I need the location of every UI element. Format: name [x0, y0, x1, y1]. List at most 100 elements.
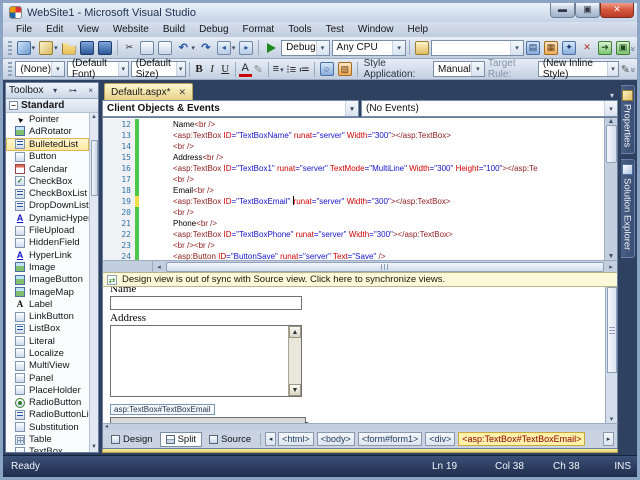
alignment-button[interactable]: ≡▾	[272, 63, 285, 75]
style-application-combo[interactable]: Manual ▾	[433, 61, 485, 77]
toolbox-item-label[interactable]: Label	[6, 298, 89, 310]
maximize-button[interactable]: ▣	[575, 3, 600, 18]
scroll-up-icon[interactable]: ▲	[608, 118, 615, 125]
toolbox-item-imagebutton[interactable]: ImageButton	[6, 274, 89, 286]
redo-button[interactable]: ↷	[198, 40, 214, 56]
code-line-22[interactable]: 22 <asp:TextBox ID="TextBoxPhone" runat="…	[103, 229, 604, 240]
tab-properties[interactable]: Properties	[620, 85, 635, 155]
open-file-button[interactable]	[61, 40, 77, 56]
menu-item-edit[interactable]: Edit	[39, 22, 70, 37]
start-debugging-button[interactable]	[263, 42, 280, 54]
toolbox-item-multiview[interactable]: MultiView	[6, 360, 89, 372]
toolbox-item-button[interactable]: Button	[6, 151, 89, 163]
menu-item-website[interactable]: Website	[106, 22, 156, 37]
numbered-list-button[interactable]: ≔	[298, 63, 311, 76]
code-line-21[interactable]: 21 Phone<br />	[103, 218, 604, 229]
toolbox-item-imagemap[interactable]: ImageMap	[6, 286, 89, 298]
design-textbox-name[interactable]	[110, 296, 302, 310]
toolbox-scrollbar[interactable]: ▲ ▼	[89, 113, 98, 452]
resize-handle[interactable]	[304, 422, 309, 423]
menu-item-file[interactable]: File	[9, 22, 39, 37]
menu-item-debug[interactable]: Debug	[192, 22, 235, 37]
code-line-15[interactable]: 15 Address<br />	[103, 152, 604, 163]
scroll-down-icon[interactable]: ▾	[610, 415, 614, 423]
object-browser-button[interactable]: ✦	[561, 40, 577, 56]
toolbox-item-placeholder[interactable]: PlaceHolder	[6, 384, 89, 396]
target-rule-combo[interactable]: (New Inline Style) ▾	[537, 58, 619, 80]
copy-button[interactable]	[139, 40, 155, 56]
toolbox-item-panel[interactable]: Panel	[6, 372, 89, 384]
breadcrumb-div[interactable]: <div>	[425, 432, 456, 446]
breadcrumb-html[interactable]: <html>	[278, 432, 314, 446]
menu-item-build[interactable]: Build	[156, 22, 192, 37]
pin-icon[interactable]: ⊶	[67, 86, 79, 95]
scroll-right-icon[interactable]: ▸	[605, 263, 617, 271]
toolbox-item-calendar[interactable]: Calendar	[6, 163, 89, 175]
solution-explorer-button[interactable]: ▤	[525, 40, 541, 56]
toolbox-item-fileupload[interactable]: FileUpload	[6, 224, 89, 236]
toolbox-group-standard[interactable]: − Standard	[6, 99, 98, 113]
toolbox-item-checkbox[interactable]: CheckBox	[6, 175, 89, 187]
scrollbar-thumb[interactable]	[166, 261, 604, 272]
scroll-down-icon[interactable]: ▼	[289, 384, 301, 396]
scroll-up-icon[interactable]: ▲	[91, 113, 97, 122]
source-view-button[interactable]: Source	[204, 432, 256, 447]
find-button[interactable]	[414, 40, 430, 56]
font-size-combo[interactable]: (Default Size) ▾	[130, 58, 186, 80]
split-view-button[interactable]: Split	[159, 431, 203, 447]
add-new-item-button[interactable]: ▾	[38, 40, 59, 56]
toolbox-item-radiobutton[interactable]: RadioButton	[6, 397, 89, 409]
toolbox-item-substitution[interactable]: Substitution	[6, 421, 89, 433]
solution-configuration-combo[interactable]: Debug ▾	[281, 39, 330, 56]
design-textarea-address[interactable]: ▲ ▼	[110, 325, 302, 397]
toolbox-item-checkboxlist[interactable]: CheckBoxList	[6, 187, 89, 199]
tab-default-aspx[interactable]: Default.aspx* ✕	[104, 83, 194, 100]
new-project-button[interactable]: ▾	[16, 40, 37, 56]
toolbox-item-bulletedlist[interactable]: BulletedList	[6, 137, 89, 151]
object-dropdown[interactable]: Client Objects & Events ▾	[102, 100, 359, 117]
event-dropdown[interactable]: (No Events) ▾	[361, 100, 618, 117]
toolbar-grip[interactable]	[8, 40, 12, 55]
sync-warning-bar[interactable]: ⇄ Design view is out of sync with Source…	[102, 272, 618, 287]
tab-list-chevron-icon[interactable]: ▾	[610, 91, 618, 100]
toolbox-item-image[interactable]: Image	[6, 261, 89, 273]
scroll-left-icon[interactable]: ◂	[153, 263, 165, 271]
toolbox-item-linkbutton[interactable]: LinkButton	[6, 310, 89, 322]
code-line-12[interactable]: 12 Name<br />	[103, 119, 604, 130]
window-position-icon[interactable]: ▾	[51, 86, 59, 95]
textarea-scrollbar[interactable]: ▲ ▼	[288, 326, 301, 396]
toolbox-item-dynamichyper[interactable]: DynamicHyper...	[6, 212, 89, 224]
hyperlink-button[interactable]: ○	[319, 61, 335, 77]
design-textbox-email-selected[interactable]	[110, 417, 309, 423]
font-name-combo[interactable]: (Default Font) ▾	[66, 58, 129, 80]
close-button[interactable]: ✕	[600, 3, 634, 18]
css-button[interactable]: ▨	[337, 61, 353, 77]
toolbar-overflow-icon[interactable]: »	[629, 46, 637, 49]
code-line-18[interactable]: 18 Email<br />	[103, 185, 604, 196]
tab-solution-explorer[interactable]: Solution Explorer	[620, 159, 635, 258]
breadcrumb-form-form1[interactable]: <form#form1>	[357, 432, 423, 446]
toolbox-item-hiddenfield[interactable]: HiddenField	[6, 237, 89, 249]
menu-item-tools[interactable]: Tools	[281, 22, 318, 37]
scroll-down-icon[interactable]: ▼	[608, 253, 615, 260]
toolbox-item-table[interactable]: Table	[6, 433, 89, 445]
breadcrumb-body[interactable]: <body>	[316, 432, 355, 446]
toolbar-grip[interactable]	[8, 62, 13, 76]
toolbox-button[interactable]: ✕	[579, 40, 595, 56]
code-line-16[interactable]: 16 <asp:TextBox ID="TextBox1" runat="serv…	[103, 163, 604, 174]
save-all-button[interactable]	[97, 40, 113, 56]
immediate-window-button[interactable]: ➔	[597, 40, 613, 56]
scrollbar-thumb[interactable]	[606, 287, 617, 373]
highlight-button[interactable]: ✎	[252, 63, 265, 76]
toolbox-item-adrotator[interactable]: AdRotator	[6, 125, 89, 137]
tab-close-icon[interactable]: ✕	[178, 87, 186, 98]
cut-button[interactable]: ✂	[121, 40, 137, 56]
menu-item-format[interactable]: Format	[236, 22, 282, 37]
design-view-button[interactable]: Design	[106, 432, 158, 447]
breadcrumb-asp-textbox-textboxemail[interactable]: <asp:TextBox#TextBoxEmail>	[458, 432, 586, 446]
toolbox-item-dropdownlist[interactable]: DropDownList	[6, 200, 89, 212]
design-horizontal-scrollbar[interactable]: ◂	[102, 423, 618, 430]
italic-button[interactable]: I	[206, 63, 219, 75]
undo-button[interactable]: ↶ ▾	[175, 40, 196, 56]
find-combo[interactable]: ▾	[430, 39, 524, 56]
